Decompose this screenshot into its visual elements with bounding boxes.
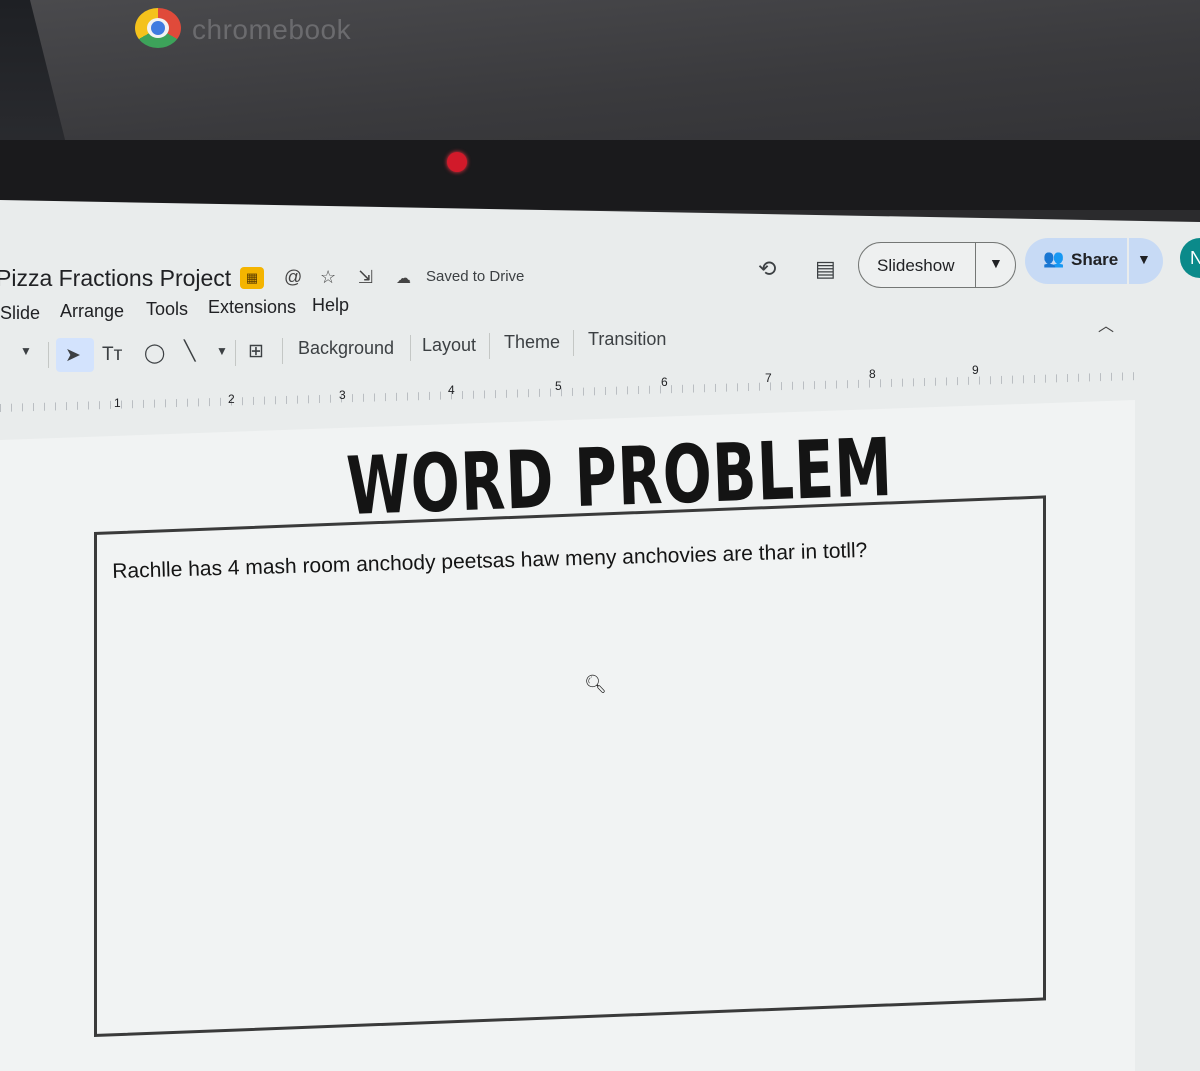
ruler-mark: 6 bbox=[661, 375, 668, 389]
ruler-mark: 1 bbox=[114, 396, 121, 410]
share-label: Share bbox=[1071, 250, 1119, 269]
menu-help[interactable]: Help bbox=[312, 295, 349, 316]
slideshow-button[interactable]: Slideshow ▼ bbox=[858, 242, 1016, 288]
theme-button[interactable]: Theme bbox=[504, 332, 560, 353]
share-dropdown-icon[interactable]: ▼ bbox=[1137, 251, 1151, 267]
share-divider bbox=[1127, 238, 1129, 284]
title-row: Pizza Fractions Project ▦ @ ☆ ⇲ ☁ Saved … bbox=[0, 265, 700, 297]
select-cursor-icon[interactable]: ➤ bbox=[65, 344, 81, 367]
comments-icon[interactable]: ▤ bbox=[815, 256, 836, 282]
people-icon: 👥 bbox=[1043, 249, 1065, 268]
toolbar-divider bbox=[235, 340, 236, 366]
text-box-icon[interactable]: Tт bbox=[102, 344, 122, 366]
shape-icon[interactable]: ◯ bbox=[144, 342, 165, 365]
background-button[interactable]: Background bbox=[298, 338, 394, 359]
ruler-mark: 7 bbox=[765, 371, 772, 385]
avatar[interactable]: N bbox=[1180, 238, 1200, 278]
zoom-cursor-icon: 🔍︎ bbox=[584, 674, 607, 694]
slideshow-label: Slideshow bbox=[877, 256, 955, 275]
ruler-mark: 2 bbox=[228, 392, 235, 406]
slides-app-badge-icon[interactable]: ▦ bbox=[240, 267, 264, 289]
menu-tools[interactable]: Tools bbox=[146, 299, 188, 320]
document-title[interactable]: Pizza Fractions Project bbox=[0, 265, 231, 292]
line-dropdown-icon[interactable]: ▼ bbox=[216, 344, 228, 358]
menu-arrange[interactable]: Arrange bbox=[60, 301, 124, 322]
move-folder-icon[interactable]: ⇲ bbox=[358, 267, 373, 288]
line-tool-icon[interactable]: ╲ bbox=[184, 340, 195, 363]
slideshow-divider bbox=[975, 243, 976, 287]
ruler-mark: 8 bbox=[869, 367, 876, 381]
saved-status: Saved to Drive bbox=[426, 268, 525, 285]
add-comment-icon[interactable]: ⊞ bbox=[248, 340, 264, 363]
ruler-mark: 9 bbox=[972, 363, 979, 377]
menu-slide[interactable]: Slide bbox=[0, 303, 40, 324]
version-history-icon[interactable]: ⟲ bbox=[758, 256, 776, 282]
slideshow-dropdown-icon[interactable]: ▼ bbox=[989, 255, 1003, 271]
transition-button[interactable]: Transition bbox=[588, 329, 666, 350]
toolbar-divider bbox=[489, 333, 490, 359]
chrome-logo-icon bbox=[135, 8, 181, 48]
share-button[interactable]: 👥 Share ▼ bbox=[1025, 238, 1163, 284]
device-brand: chromebook bbox=[192, 14, 352, 45]
screen-bezel bbox=[0, 140, 1200, 210]
layout-button[interactable]: Layout bbox=[422, 335, 476, 356]
ruler-mark: 4 bbox=[448, 383, 455, 397]
toolbar-divider bbox=[282, 338, 283, 364]
toolbar-divider bbox=[410, 335, 411, 361]
ruler-mark: 5 bbox=[555, 379, 562, 393]
menu-extensions[interactable]: Extensions bbox=[208, 297, 296, 318]
toolbar-divider bbox=[48, 342, 49, 368]
camera-indicator-icon bbox=[447, 152, 467, 172]
star-icon[interactable]: ☆ bbox=[320, 267, 336, 288]
cloud-saved-icon: ☁ bbox=[396, 270, 411, 287]
zoom-dropdown-icon[interactable]: ▼ bbox=[20, 344, 32, 358]
toolbar-divider bbox=[573, 330, 574, 356]
mention-icon[interactable]: @ bbox=[284, 267, 302, 288]
ruler-mark: 3 bbox=[339, 388, 346, 402]
